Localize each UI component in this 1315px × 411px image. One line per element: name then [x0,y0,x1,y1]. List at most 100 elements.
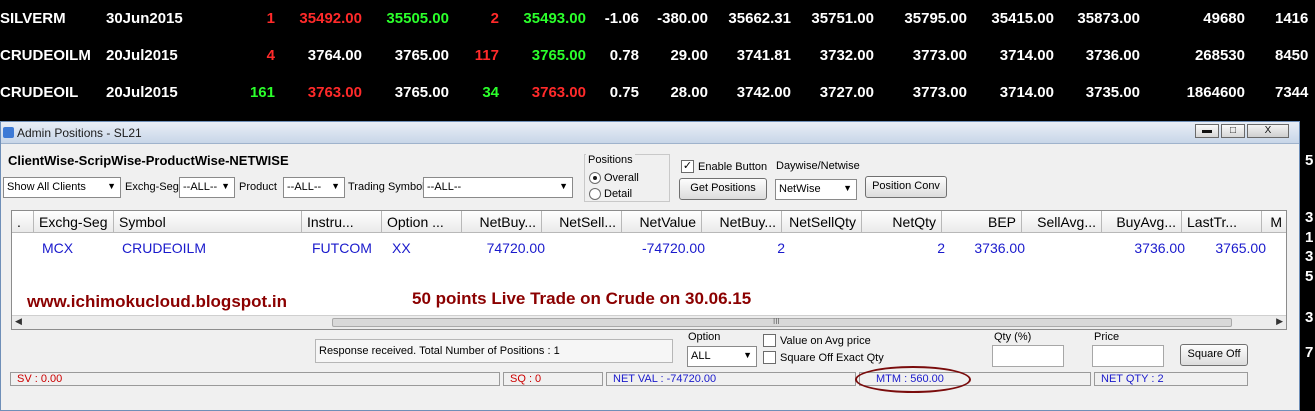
position-conv-button[interactable]: Position Conv [865,176,947,198]
cell-net-buy-value: 74720.00 [486,240,545,256]
mw-expiry: 30Jun2015 [106,10,183,27]
mw-high: 3773.00 [912,84,967,101]
netwise-select[interactable]: NetWise ▼ [775,179,857,200]
value-on-avg-checkbox[interactable] [763,334,776,347]
square-off-exact-label: Square Off Exact Qty [780,352,884,364]
product-select[interactable]: --ALL-- ▼ [283,177,345,198]
cell-net-buy-qty: 2 [777,240,785,256]
status-sv: SV : 0.00 [10,372,500,386]
watermark-url: www.ichimokucloud.blogspot.in [27,292,288,311]
mw-high: 35795.00 [904,10,967,27]
right-edge-digit: 1 [1305,229,1314,246]
mw-buy-price: 3764.00 [307,47,362,64]
scroll-thumb[interactable]: III [332,317,1232,327]
window-title: Admin Positions - SL21 [17,126,142,140]
scroll-right-icon[interactable]: ▶ [1276,316,1283,327]
enable-button-label: Enable Button [698,161,768,173]
mw-ltp: 3763.00 [531,84,586,101]
mw-pct-change: 0.75 [609,84,639,101]
option-select[interactable]: ALL ▼ [687,346,757,367]
mw-sell-price: 35505.00 [386,10,449,27]
mw-net-change: 28.00 [670,84,708,101]
enable-button-checkbox[interactable]: ✓ [681,160,694,173]
table-row[interactable]: MCX CRUDEOILM FUTCOM XX 74720.00 -74720.00 2 2 3… [12,211,1286,261]
option-label: Option [688,331,721,343]
mw-sell-price: 3765.00 [394,84,449,101]
mw-buy-qty: 161 [249,84,275,101]
qty-pct-input[interactable] [992,345,1064,367]
mw-close: 35873.00 [1077,10,1140,27]
right-edge-digit: 3 [1305,209,1314,226]
mw-sell-qty: 2 [490,10,499,27]
status-net-val: NET VAL : -74720.00 [606,372,856,386]
mw-ltp: 3765.00 [531,47,586,64]
mw-atp: 3741.81 [736,47,791,64]
get-positions-button[interactable]: Get Positions [679,178,767,200]
mtm-highlight-ellipse [855,366,971,393]
exchg-seg-select[interactable]: --ALL-- ▼ [179,177,235,198]
trading-symbol-select[interactable]: --ALL-- ▼ [423,177,573,198]
qty-pct-label: Qty (%) [994,331,1032,343]
mw-expiry: 20Jul2015 [106,84,178,101]
watermark-caption: 50 points Live Trade on Crude on 30.06.1… [412,289,752,308]
chevron-down-icon: ▼ [559,181,568,191]
title-bar[interactable]: Admin Positions - SL21 ▬ □ X [1,122,1299,144]
status-net-qty: NET QTY : 2 [1094,372,1248,386]
mw-sell-qty: 34 [482,84,499,101]
chevron-down-icon: ▼ [843,183,852,193]
right-edge-digit: 5 [1305,268,1314,285]
overall-radio[interactable] [589,172,601,184]
view-heading: ClientWise-ScripWise-ProductWise-NETWISE [8,153,289,168]
value-on-avg-label: Value on Avg price [780,335,871,347]
right-edge-digit: 3 [1305,309,1314,326]
mw-symbol: SILVERM [0,10,66,27]
mw-open: 3727.00 [819,84,874,101]
mw-close: 3736.00 [1085,47,1140,64]
mw-extra: 1416 [1275,10,1309,27]
mw-symbol: CRUDEOIL [0,84,79,101]
mw-buy-price: 3763.00 [307,84,362,101]
market-watch-row[interactable]: CRUDEOILM 20Jul2015 4 3764.00 3765.00 117 3765… [0,38,1315,75]
minimize-button[interactable]: ▬ [1195,124,1219,138]
right-edge-digit: 7 [1305,344,1314,361]
price-input[interactable] [1092,345,1164,367]
mw-open: 35751.00 [811,10,874,27]
cell-exchg-seg: MCX [42,240,74,256]
detail-label: Detail [604,188,633,200]
admin-positions-window[interactable]: Admin Positions - SL21 ▬ □ X ClientWise-… [0,121,1300,411]
chevron-down-icon: ▼ [107,181,116,191]
square-off-button[interactable]: Square Off [1180,344,1248,366]
response-message: Response received. Total Number of Posit… [315,339,673,363]
mw-volume: 268530 [1194,47,1245,64]
market-watch-row[interactable]: CRUDEOIL 20Jul2015 161 3763.00 3765.00 34 3763… [0,75,1315,112]
close-button[interactable]: X [1247,124,1289,138]
mw-buy-price: 35492.00 [299,10,362,27]
positions-grid[interactable]: . Exchg-Seg Symbol Instru... Option ... NetBu… [11,210,1287,330]
mw-open: 3732.00 [819,47,874,64]
mw-atp: 35662.31 [728,10,791,27]
mw-low: 3714.00 [999,84,1054,101]
mw-atp: 3742.00 [736,84,791,101]
maximize-button[interactable]: □ [1221,124,1245,138]
detail-radio[interactable] [589,188,601,200]
client-select[interactable]: Show All Clients ▼ [3,177,121,198]
overall-label: Overall [604,172,639,184]
mw-high: 3773.00 [912,47,967,64]
daywise-netwise-label: Daywise/Netwise [776,160,860,172]
status-sq: SQ : 0 [503,372,603,386]
square-off-exact-checkbox[interactable] [763,351,776,364]
mw-net-change: 29.00 [670,47,708,64]
cell-bep: 3736.00 [974,240,1025,256]
mw-sell-price: 3765.00 [394,47,449,64]
mw-pct-change: -1.06 [604,10,639,27]
cell-net-value: -74720.00 [641,240,705,256]
scroll-left-icon[interactable]: ◀ [15,316,22,327]
mw-expiry: 20Jul2015 [106,47,178,64]
chevron-down-icon: ▼ [331,181,340,191]
mw-extra: 7344 [1275,84,1309,101]
chevron-down-icon: ▼ [221,181,230,191]
mw-extra: 8450 [1275,47,1309,64]
horizontal-scrollbar[interactable]: ◀ III ▶ [12,315,1286,329]
market-watch-row[interactable]: SILVERM 30Jun2015 1 35492.00 35505.00 2 35493.… [0,1,1315,38]
mw-volume: 49680 [1203,10,1245,27]
